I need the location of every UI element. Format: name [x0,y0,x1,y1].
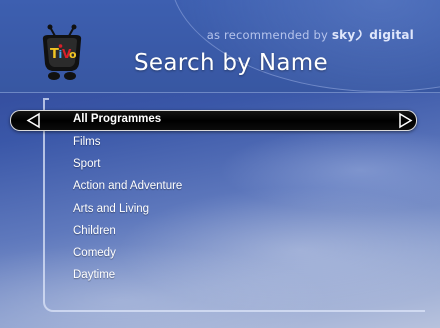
swoosh-icon [355,29,363,41]
menu-item-action-and-adventure[interactable]: Action and Adventure [73,180,182,192]
recommended-by-text: as recommended by sky digital [207,28,414,42]
menu-item-children[interactable]: Children [73,225,116,237]
header: T i V o as recommended by sky digital Se… [0,0,440,93]
selection-bar[interactable] [10,110,417,131]
header-decoration [170,0,440,92]
tivo-logo-icon: T i V o [42,24,82,80]
menu-item-films[interactable]: Films [73,136,100,148]
tivo-screen: T i V o as recommended by sky digital Se… [0,0,440,328]
menu-item-sport[interactable]: Sport [73,158,101,170]
menu-item-daytime[interactable]: Daytime [73,269,115,281]
right-arrow-icon[interactable] [396,112,414,129]
menu-item-all-programmes[interactable]: All Programmes [73,113,161,125]
recommended-prefix: as recommended by [206,28,328,42]
svg-text:o: o [69,48,77,61]
digital-brand: digital [369,28,414,42]
sky-brand: sky [331,28,356,42]
menu-item-arts-and-living[interactable]: Arts and Living [73,203,149,215]
page-title: Search by Name [134,50,328,76]
left-arrow-icon[interactable] [25,112,43,129]
menu-item-comedy[interactable]: Comedy [73,247,116,259]
